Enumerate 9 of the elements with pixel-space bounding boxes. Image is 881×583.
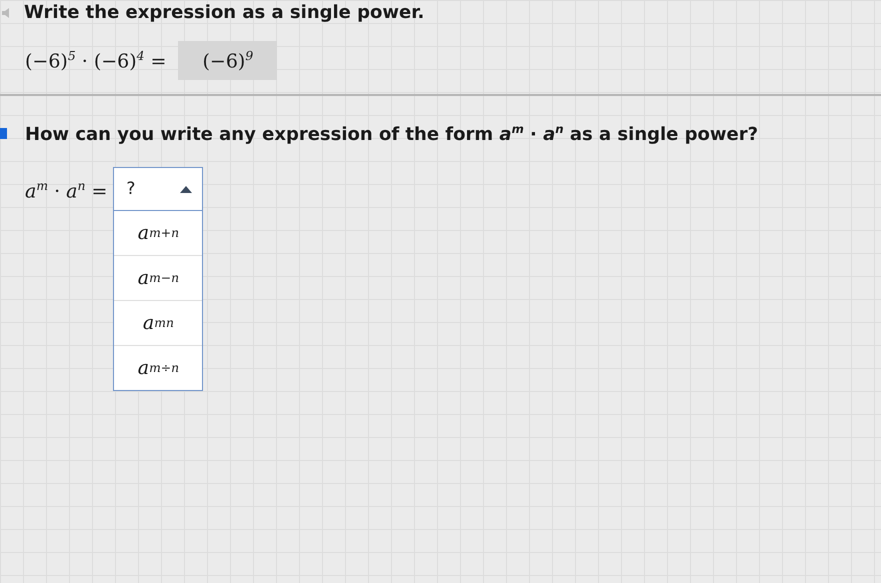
question-text: How can you write any expression of the form a$^{m}$ · a$^{n}$ as a single power? bbox=[25, 122, 758, 146]
math-expression: (−6)$^{5}$ · (−6)$^{4}$ = bbox=[25, 49, 166, 72]
answer-field: (−6)$^{9}$ bbox=[178, 41, 278, 80]
dropdown-option[interactable]: a$^{m−n}$ bbox=[114, 255, 202, 300]
dropdown-option[interactable]: a$^{mn}$ bbox=[114, 300, 202, 346]
math-expression: a$^{m}$ · a$^{n}$ = bbox=[25, 179, 108, 203]
question-marker-icon bbox=[0, 128, 7, 140]
caret-icon bbox=[180, 186, 192, 193]
instruction-text: Write the expression as a single power. bbox=[24, 2, 424, 23]
